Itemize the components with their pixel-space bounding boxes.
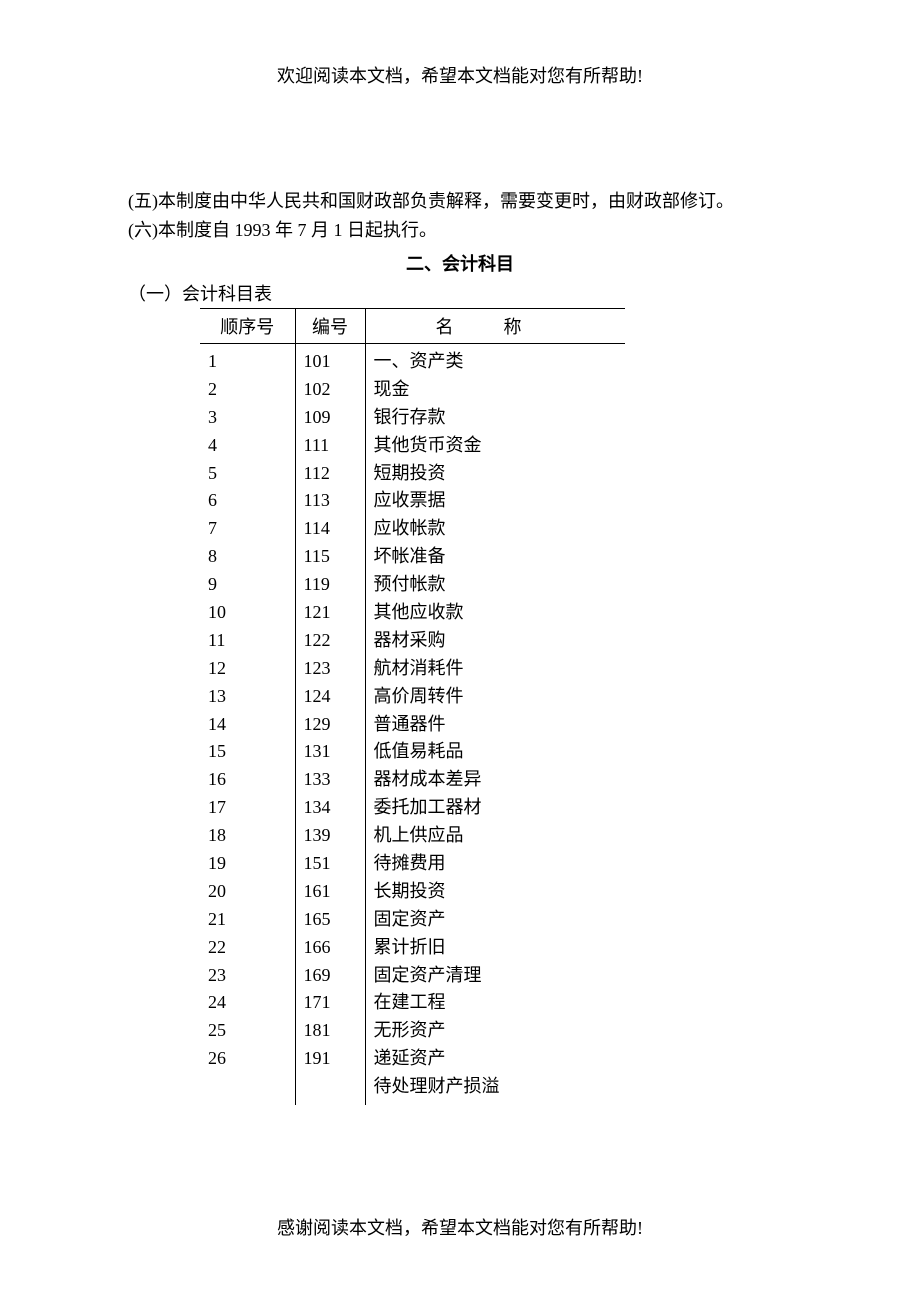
name-item: 预付帐款 (374, 571, 618, 599)
name-item: 待处理财产损溢 (374, 1073, 618, 1101)
seq-item: 22 (208, 934, 287, 962)
seq-item: 8 (208, 543, 287, 571)
account-table-wrapper: 顺序号 编号 名称 123456789101112131415161718192… (200, 308, 792, 1105)
code-item: 101 (304, 348, 357, 376)
seq-item: 16 (208, 766, 287, 794)
name-item: 短期投资 (374, 460, 618, 488)
seq-item: 11 (208, 627, 287, 655)
code-item: 129 (304, 711, 357, 739)
seq-item: 5 (208, 460, 287, 488)
seq-item: 1 (208, 348, 287, 376)
name-item: 低值易耗品 (374, 738, 618, 766)
subsection-title: （一）会计科目表 (128, 280, 792, 306)
seq-item: 7 (208, 515, 287, 543)
code-item: 171 (304, 989, 357, 1017)
code-item: 161 (304, 878, 357, 906)
seq-item: 24 (208, 989, 287, 1017)
code-item: 119 (304, 571, 357, 599)
table-row: 1234567891011121314151617181920212223242… (200, 344, 625, 1106)
seq-item: 25 (208, 1017, 287, 1045)
name-item: 航材消耗件 (374, 655, 618, 683)
name-item: 应收帐款 (374, 515, 618, 543)
seq-item: 23 (208, 962, 287, 990)
seq-item: 19 (208, 850, 287, 878)
name-item: 委托加工器材 (374, 794, 618, 822)
seq-item: 17 (208, 794, 287, 822)
section-title: 二、会计科目 (128, 250, 792, 276)
code-item: 124 (304, 683, 357, 711)
account-table: 顺序号 编号 名称 123456789101112131415161718192… (200, 308, 625, 1105)
seq-item: 15 (208, 738, 287, 766)
seq-item: 20 (208, 878, 287, 906)
name-item: 器材成本差异 (374, 766, 618, 794)
code-item: 169 (304, 962, 357, 990)
cell-seq: 1234567891011121314151617181920212223242… (200, 344, 295, 1106)
seq-item: 14 (208, 711, 287, 739)
seq-item: 4 (208, 432, 287, 460)
cell-name: 一、资产类现金银行存款其他货币资金短期投资应收票据应收帐款坏帐准备预付帐款其他应… (365, 344, 625, 1106)
header-seq: 顺序号 (200, 309, 295, 344)
code-item: 123 (304, 655, 357, 683)
code-item: 166 (304, 934, 357, 962)
header-code: 编号 (295, 309, 365, 344)
code-item: 133 (304, 766, 357, 794)
seq-item: 9 (208, 571, 287, 599)
name-item: 累计折旧 (374, 934, 618, 962)
code-item: 181 (304, 1017, 357, 1045)
name-item: 坏帐准备 (374, 543, 618, 571)
seq-item: 10 (208, 599, 287, 627)
seq-item: 18 (208, 822, 287, 850)
name-item: 固定资产 (374, 906, 618, 934)
code-item: 165 (304, 906, 357, 934)
seq-item: 21 (208, 906, 287, 934)
name-item: 机上供应品 (374, 822, 618, 850)
name-item: 器材采购 (374, 627, 618, 655)
code-item: 114 (304, 515, 357, 543)
name-item: 无形资产 (374, 1017, 618, 1045)
seq-item: 3 (208, 404, 287, 432)
name-item: 普通器件 (374, 711, 618, 739)
code-item: 121 (304, 599, 357, 627)
name-item: 固定资产清理 (374, 962, 618, 990)
footer-note: 感谢阅读本文档，希望本文档能对您有所帮助! (0, 1214, 920, 1240)
header-note: 欢迎阅读本文档，希望本文档能对您有所帮助! (0, 0, 920, 88)
name-item: 现金 (374, 376, 618, 404)
code-item: 111 (304, 432, 357, 460)
code-item: 112 (304, 460, 357, 488)
code-item: 139 (304, 822, 357, 850)
code-item: 115 (304, 543, 357, 571)
table-header-row: 顺序号 编号 名称 (200, 309, 625, 344)
category-header: 一、资产类 (374, 348, 618, 376)
code-item: 191 (304, 1045, 357, 1073)
seq-item: 13 (208, 683, 287, 711)
content-area: (五)本制度由中华人民共和国财政部负责解释，需要变更时，由财政部修订。 (六)本… (0, 88, 920, 1105)
code-item: 131 (304, 738, 357, 766)
code-item: 122 (304, 627, 357, 655)
code-item: 151 (304, 850, 357, 878)
name-item: 高价周转件 (374, 683, 618, 711)
name-item: 其他应收款 (374, 599, 618, 627)
paragraph-5: (五)本制度由中华人民共和国财政部负责解释，需要变更时，由财政部修订。 (128, 188, 792, 215)
name-item: 其他货币资金 (374, 432, 618, 460)
header-name: 名称 (365, 309, 625, 344)
seq-item: 6 (208, 487, 287, 515)
code-item: 109 (304, 404, 357, 432)
cell-code: 1011021091111121131141151191211221231241… (295, 344, 365, 1106)
code-item: 102 (304, 376, 357, 404)
name-item: 在建工程 (374, 989, 618, 1017)
seq-item: 2 (208, 376, 287, 404)
seq-item: 12 (208, 655, 287, 683)
name-item: 应收票据 (374, 487, 618, 515)
name-item: 递延资产 (374, 1045, 618, 1073)
paragraph-6: (六)本制度自 1993 年 7 月 1 日起执行。 (128, 217, 792, 244)
code-item: 113 (304, 487, 357, 515)
name-item: 银行存款 (374, 404, 618, 432)
seq-item: 26 (208, 1045, 287, 1073)
name-item: 待摊费用 (374, 850, 618, 878)
code-item: 134 (304, 794, 357, 822)
name-item: 长期投资 (374, 878, 618, 906)
